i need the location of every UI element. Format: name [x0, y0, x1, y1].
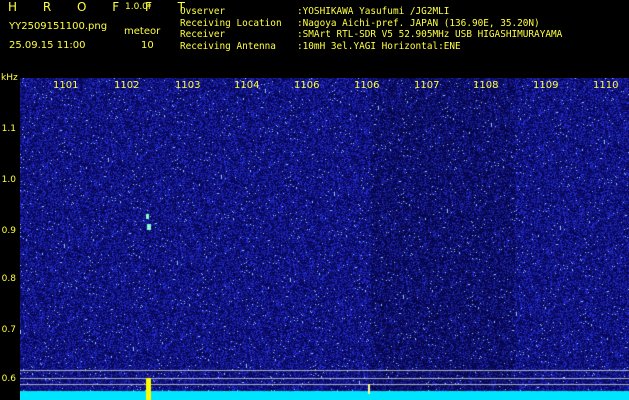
x-tick-label: 1101 [53, 80, 79, 91]
info-row-antenna: Receiving Antenna :10mH 3el.YAGI Horizon… [180, 41, 562, 53]
info-row-location: Receiving Location :Nagoya Aichi-pref. J… [180, 18, 562, 30]
x-tick-label: 1107 [414, 80, 440, 91]
y-tick-label: 0.9 [1, 226, 16, 236]
x-tick-label: 1110 [593, 80, 619, 91]
file-name: YY2509151100.png [9, 21, 108, 32]
info-row-observer: Ovserver :YOSHIKAWA Yasufumi /JG2MLI [180, 6, 562, 18]
y-tick-label: 0.8 [1, 274, 16, 284]
info-value: :10mH 3el.YAGI Horizontal:ENE [297, 40, 461, 52]
x-tick-label: 1104 [234, 80, 260, 91]
timestamp: 25.09.15 11:00 [9, 40, 86, 51]
y-tick-label: 0.6 [1, 374, 16, 384]
spectrogram-canvas [20, 78, 629, 400]
x-tick-label: 1106 [294, 80, 320, 91]
x-tick-label: 1109 [533, 80, 559, 91]
x-tick-label: 1108 [473, 80, 499, 91]
station-info: Ovserver :YOSHIKAWA Yasufumi /JG2MLI Rec… [180, 6, 562, 52]
info-key: Receiving Location [180, 17, 282, 29]
info-key: Receiving Antenna [180, 40, 276, 52]
info-value: :YOSHIKAWA Yasufumi /JG2MLI [297, 6, 450, 17]
meteor-label: meteor [124, 26, 161, 37]
y-axis-unit: kHz [1, 73, 18, 83]
app-title: H R O F F T [8, 0, 197, 14]
meteor-count: 10 [141, 40, 154, 51]
spectrogram [20, 78, 629, 400]
y-tick-label: 1.1 [1, 124, 16, 134]
y-tick-label: 0.7 [1, 325, 16, 335]
info-key: Receiver [180, 29, 226, 40]
info-row-receiver: Receiver :SMArt RTL-SDR V5 52.905MHz USB… [180, 29, 562, 41]
y-tick-label: 1.0 [1, 175, 16, 185]
x-tick-label: 1103 [175, 80, 201, 91]
x-tick-label: 1106 [354, 80, 380, 91]
info-value: :SMArt RTL-SDR V5 52.905MHz USB HIGASHIM… [297, 29, 563, 40]
info-key: Ovserver [180, 6, 226, 17]
info-value: :Nagoya Aichi-pref. JAPAN (136.90E, 35.2… [297, 17, 540, 29]
x-tick-label: 1102 [114, 80, 140, 91]
hroft-spectrogram-window: H R O F F T 1.0.0f YY2509151100.png 25.0… [0, 0, 629, 400]
app-version: 1.0.0f [125, 2, 152, 12]
